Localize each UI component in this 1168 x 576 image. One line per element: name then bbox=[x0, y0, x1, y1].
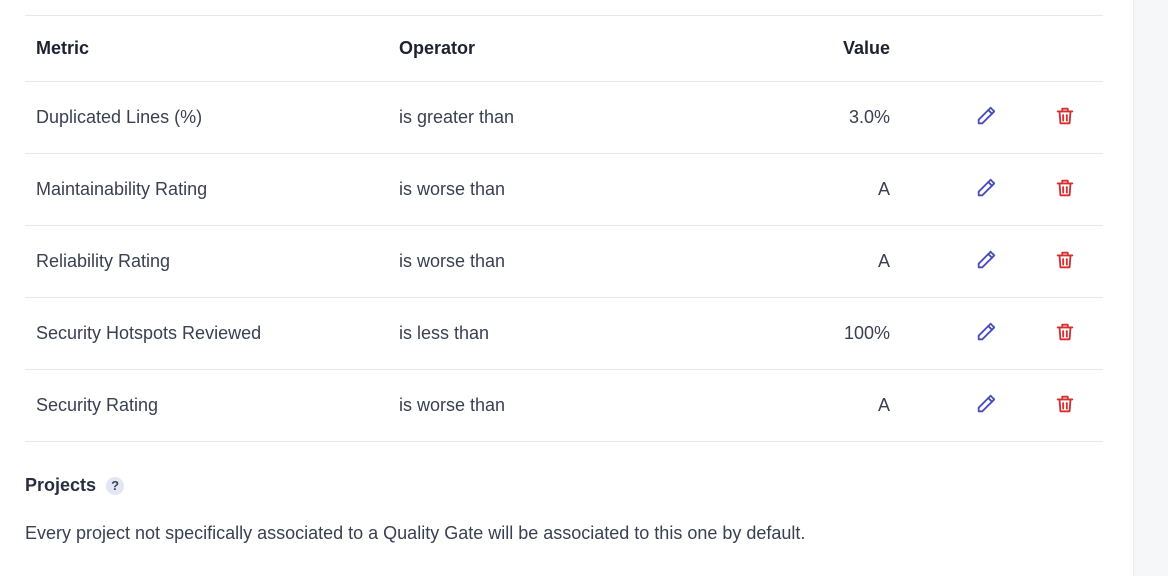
trash-icon bbox=[1056, 323, 1074, 341]
column-header-edit bbox=[890, 16, 996, 81]
table-row: Security Hotspots Reviewed is less than … bbox=[25, 297, 1103, 369]
pencil-icon bbox=[977, 178, 996, 197]
pencil-icon bbox=[977, 322, 996, 341]
delete-condition-button[interactable] bbox=[1054, 249, 1078, 273]
operator-cell: is worse than bbox=[399, 250, 506, 271]
table-row: Security Rating is worse than A bbox=[25, 369, 1103, 441]
delete-condition-button[interactable] bbox=[1054, 105, 1078, 129]
delete-condition-button[interactable] bbox=[1054, 177, 1078, 201]
delete-condition-button[interactable] bbox=[1054, 393, 1078, 417]
value-cell: A bbox=[877, 394, 890, 415]
metric-cell: Security Rating bbox=[36, 394, 159, 415]
help-icon[interactable]: ? bbox=[106, 476, 125, 495]
column-header-operator: Operator bbox=[399, 37, 476, 58]
trash-icon bbox=[1056, 251, 1074, 269]
delete-condition-button[interactable] bbox=[1054, 321, 1078, 345]
pencil-icon bbox=[977, 394, 996, 413]
table-header-row: Metric Operator Value bbox=[25, 16, 1103, 81]
value-cell: A bbox=[877, 250, 890, 271]
projects-heading: Projects bbox=[25, 475, 97, 495]
metric-cell: Security Hotspots Reviewed bbox=[36, 322, 262, 343]
value-cell: A bbox=[877, 178, 890, 199]
trash-icon bbox=[1056, 107, 1074, 125]
value-cell: 100% bbox=[843, 322, 890, 343]
operator-cell: is less than bbox=[399, 322, 490, 343]
metric-cell: Maintainability Rating bbox=[36, 178, 208, 199]
column-header-value: Value bbox=[842, 37, 890, 58]
projects-description: Every project not specifically associate… bbox=[25, 523, 806, 543]
table-row: Maintainability Rating is worse than A bbox=[25, 153, 1103, 225]
right-panel-edge bbox=[1133, 0, 1168, 576]
column-header-metric: Metric bbox=[36, 37, 90, 58]
operator-cell: is worse than bbox=[399, 178, 506, 199]
pencil-icon bbox=[977, 250, 996, 269]
table-row: Duplicated Lines (%) is greater than 3.0… bbox=[25, 81, 1103, 153]
operator-cell: is worse than bbox=[399, 394, 506, 415]
value-cell: 3.0% bbox=[848, 106, 890, 127]
projects-section-title: Projects ? bbox=[25, 475, 125, 496]
conditions-table: Metric Operator Value Duplicated Lines (… bbox=[25, 16, 1103, 442]
pencil-icon bbox=[977, 106, 996, 125]
trash-icon bbox=[1056, 179, 1074, 197]
metric-cell: Duplicated Lines (%) bbox=[36, 106, 203, 127]
quality-gate-conditions-page: Metric Operator Value Duplicated Lines (… bbox=[0, 0, 1168, 576]
trash-icon bbox=[1056, 395, 1074, 413]
table-row: Reliability Rating is worse than A bbox=[25, 225, 1103, 297]
metric-cell: Reliability Rating bbox=[36, 250, 171, 271]
operator-cell: is greater than bbox=[399, 106, 515, 127]
column-header-delete bbox=[996, 16, 1103, 81]
